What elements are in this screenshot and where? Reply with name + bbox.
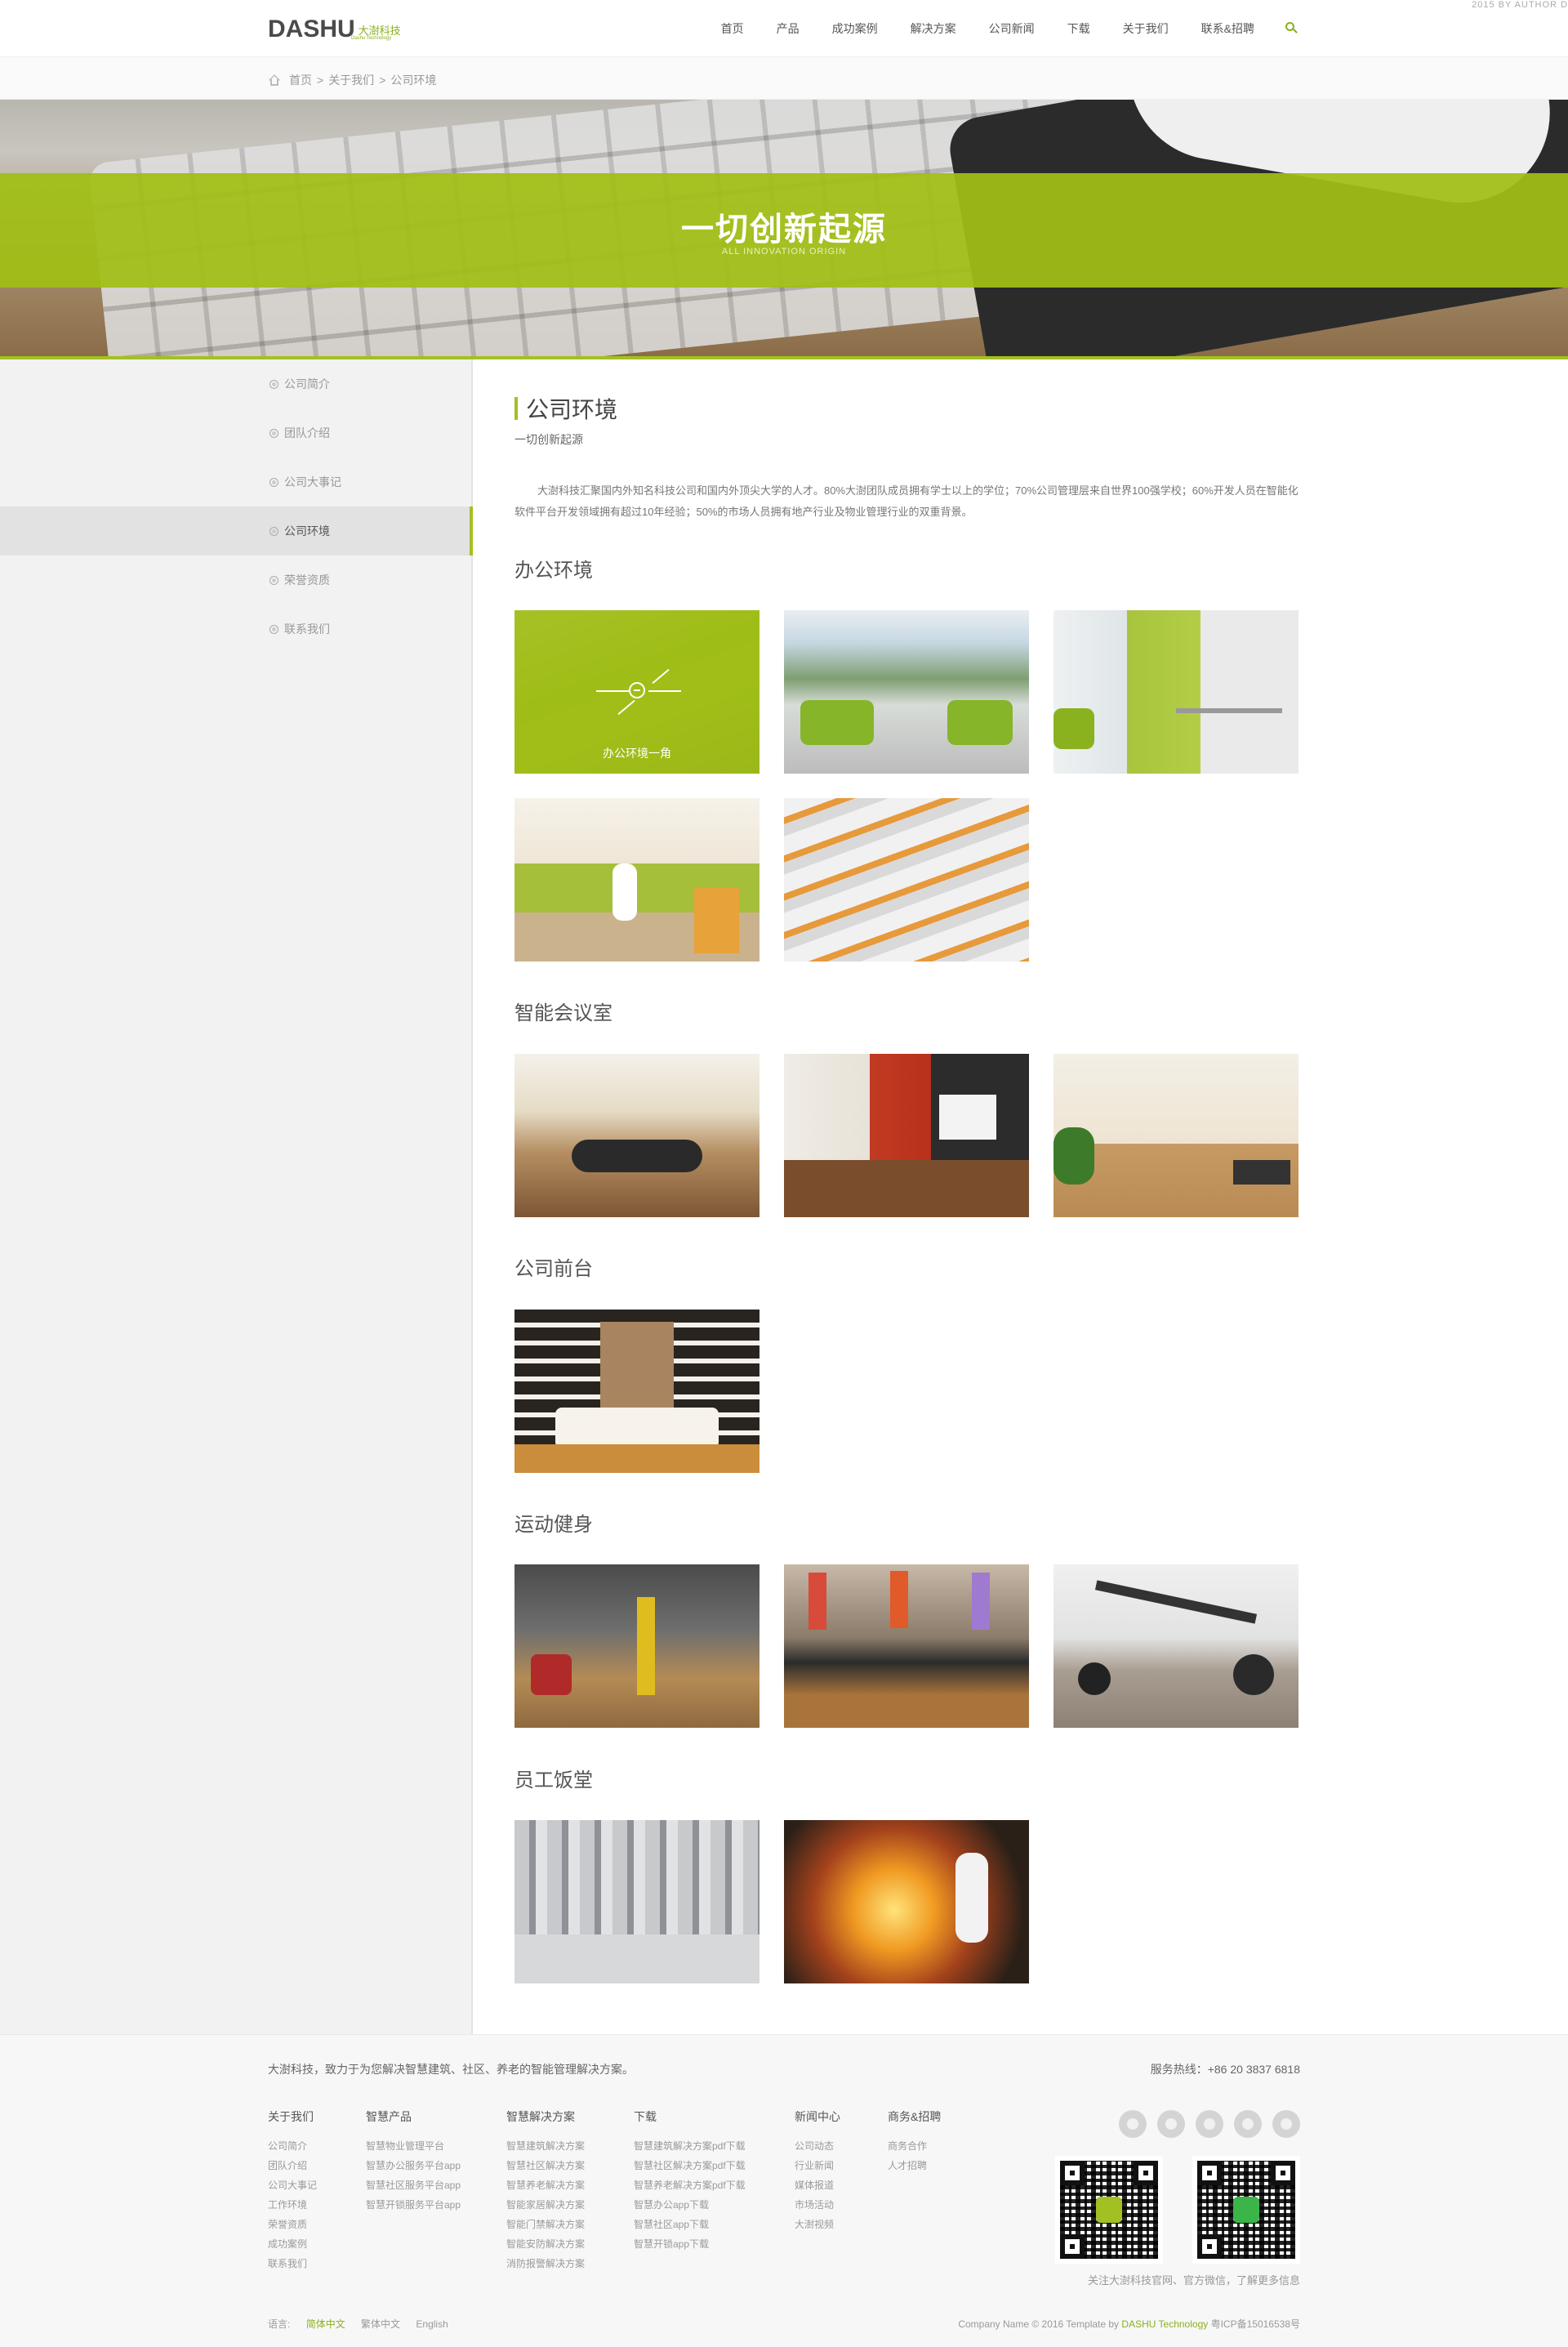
footer-col-news: 新闻中心 公司动态 行业新闻 媒体报道 市场活动 大澍视频 — [795, 2110, 840, 2230]
star-icon[interactable] — [1272, 2110, 1300, 2138]
social-links — [1108, 2110, 1300, 2138]
home-icon[interactable] — [268, 74, 281, 86]
gallery-image[interactable] — [784, 1820, 1029, 1983]
sidebar-item-contact[interactable]: 联系我们 — [0, 605, 473, 654]
sidebar-item-environment[interactable]: 公司环境 — [0, 506, 473, 556]
logo-tagline: Dashu Technology — [351, 36, 392, 41]
logo-cn-text: 大澍科技 — [358, 25, 401, 37]
nav-news[interactable]: 公司新闻 — [989, 20, 1035, 37]
top-credit: 2015 BY AUTHOR D — [1472, 0, 1568, 10]
bullet-icon — [270, 575, 278, 585]
gallery-image[interactable] — [784, 610, 1029, 774]
breadcrumb-current: 公司环境 — [390, 74, 437, 87]
zoom-icon[interactable] — [629, 682, 645, 698]
copyright-brand-link[interactable]: DASHU Technology — [1121, 2318, 1208, 2330]
gallery-image[interactable] — [1054, 1564, 1298, 1728]
nav-cases[interactable]: 成功案例 — [832, 20, 878, 37]
nav-home[interactable]: 首页 — [721, 20, 744, 37]
gallery-image[interactable] — [784, 1564, 1029, 1728]
weibo-icon[interactable] — [1157, 2110, 1185, 2138]
nav-download[interactable]: 下载 — [1067, 20, 1090, 37]
section-title-office: 办公环境 — [514, 560, 593, 582]
gallery-image[interactable]: 办公环境一角 — [514, 610, 760, 774]
footer-col-products: 智慧产品 智慧物业管理平台 智慧办公服务平台app 智慧社区服务平台app 智慧… — [366, 2110, 461, 2211]
footer-col-about: 关于我们 公司简介 团队介绍 公司大事记 工作环境 荣誉资质 成功案例 联系我们 — [268, 2110, 318, 2269]
intro-paragraph: 大澍科技汇聚国内外知名科技公司和国内外顶尖大学的人才。80%大澍团队成员拥有学士… — [514, 484, 1298, 518]
qq-icon[interactable] — [1119, 2110, 1147, 2138]
sidebar-nav: 公司简介 团队介绍 公司大事记 公司环境 荣誉资质 联系我们 — [0, 359, 473, 654]
language-switcher: 语言: 简体中文 繁体中文 English — [268, 2318, 448, 2330]
search-icon[interactable] — [1285, 22, 1298, 35]
footer-col-solutions: 智慧解决方案 智慧建筑解决方案 智慧社区解决方案 智慧养老解决方案 智能家居解决… — [506, 2110, 586, 2269]
gallery-image[interactable] — [514, 1564, 760, 1728]
sidebar-item-team[interactable]: 团队介绍 — [0, 408, 473, 457]
gallery-image[interactable] — [514, 1820, 760, 1983]
copyright: Company Name © 2016 Template by DASHU Te… — [958, 2318, 1300, 2330]
section-title-canteen: 员工饭堂 — [514, 1769, 593, 1791]
bullet-icon — [270, 624, 278, 634]
banner-title: 一切创新起源 — [681, 212, 887, 248]
gallery-image[interactable] — [784, 1054, 1029, 1217]
banner-band: 一切创新起源 ALL INNOVATION ORIGIN — [0, 173, 1568, 288]
bullet-icon — [270, 526, 278, 536]
section-title-gym: 运动健身 — [514, 1514, 593, 1536]
logo[interactable]: DASHU 大澍科技 Dashu Technology — [268, 16, 401, 42]
gallery-image[interactable] — [1054, 610, 1298, 774]
logo-text: DASHU — [268, 16, 355, 42]
lang-english[interactable]: English — [416, 2318, 448, 2330]
footer-col-download: 下载 智慧建筑解决方案pdf下载 智慧社区解决方案pdf下载 智慧养老解决方案p… — [634, 2110, 746, 2250]
page-title: 公司环境 — [514, 392, 617, 425]
sidebar-item-milestones[interactable]: 公司大事记 — [0, 457, 473, 506]
breadcrumb: 首页 > 关于我们 > 公司环境 — [268, 72, 436, 88]
section-title-reception: 公司前台 — [514, 1258, 593, 1280]
bullet-icon — [270, 379, 278, 389]
bullet-icon — [270, 428, 278, 438]
lang-traditional[interactable]: 繁体中文 — [361, 2318, 400, 2330]
lang-simplified[interactable]: 简体中文 — [306, 2318, 345, 2330]
nav-contact[interactable]: 联系&招聘 — [1201, 20, 1254, 37]
gallery-image[interactable] — [784, 798, 1029, 962]
footer-col-business: 商务&招聘 商务合作 人才招聘 — [888, 2110, 942, 2171]
wechat-qr-code — [1192, 2156, 1300, 2264]
breadcrumb-about[interactable]: 关于我们 — [328, 72, 374, 88]
image-hover-overlay: 办公环境一角 — [514, 610, 760, 774]
footer-slogan: 大澍科技，致力于为您解决智慧建筑、社区、养老的智能管理解决方案。 — [268, 2063, 634, 2076]
breadcrumb-home[interactable]: 首页 — [289, 72, 312, 88]
sidebar-item-intro[interactable]: 公司简介 — [0, 359, 473, 408]
site-header: DASHU 大澍科技 Dashu Technology 首页 产品 成功案例 解… — [0, 0, 1568, 57]
page-subtitle: 一切创新起源 — [514, 433, 583, 446]
gallery-image[interactable] — [1054, 1054, 1298, 1217]
nav-about[interactable]: 关于我们 — [1123, 20, 1169, 37]
site-footer: 大澍科技，致力于为您解决智慧建筑、社区、养老的智能管理解决方案。 服务热线：+8… — [0, 2034, 1568, 2347]
breadcrumb-bar: 首页 > 关于我们 > 公司环境 — [0, 57, 1568, 100]
website-qr-code — [1055, 2156, 1163, 2264]
image-caption: 办公环境一角 — [603, 747, 671, 760]
share-icon[interactable] — [1234, 2110, 1262, 2138]
gallery-image[interactable] — [514, 798, 760, 962]
wechat-icon[interactable] — [1196, 2110, 1223, 2138]
footer-hotline: 服务热线：+86 20 3837 6818 — [1150, 2063, 1300, 2076]
nav-solutions[interactable]: 解决方案 — [911, 20, 956, 37]
gallery-image[interactable] — [514, 1310, 760, 1473]
bullet-icon — [270, 477, 278, 487]
main-nav: 首页 产品 成功案例 解决方案 公司新闻 下载 关于我们 联系&招聘 — [688, 0, 1298, 57]
sidebar-item-honors[interactable]: 荣誉资质 — [0, 556, 473, 605]
section-title-meeting: 智能会议室 — [514, 1002, 612, 1024]
gallery-image[interactable] — [514, 1054, 760, 1217]
footer-follow-text: 关注大澍科技官网、官方微信，了解更多信息 — [1087, 2274, 1300, 2287]
footer-bottom: 语言: 简体中文 繁体中文 English Company Name © 201… — [268, 2317, 1300, 2331]
nav-products[interactable]: 产品 — [777, 20, 800, 37]
banner-subtitle: ALL INNOVATION ORIGIN — [721, 247, 847, 257]
page-banner: 一切创新起源 ALL INNOVATION ORIGIN — [0, 100, 1568, 359]
